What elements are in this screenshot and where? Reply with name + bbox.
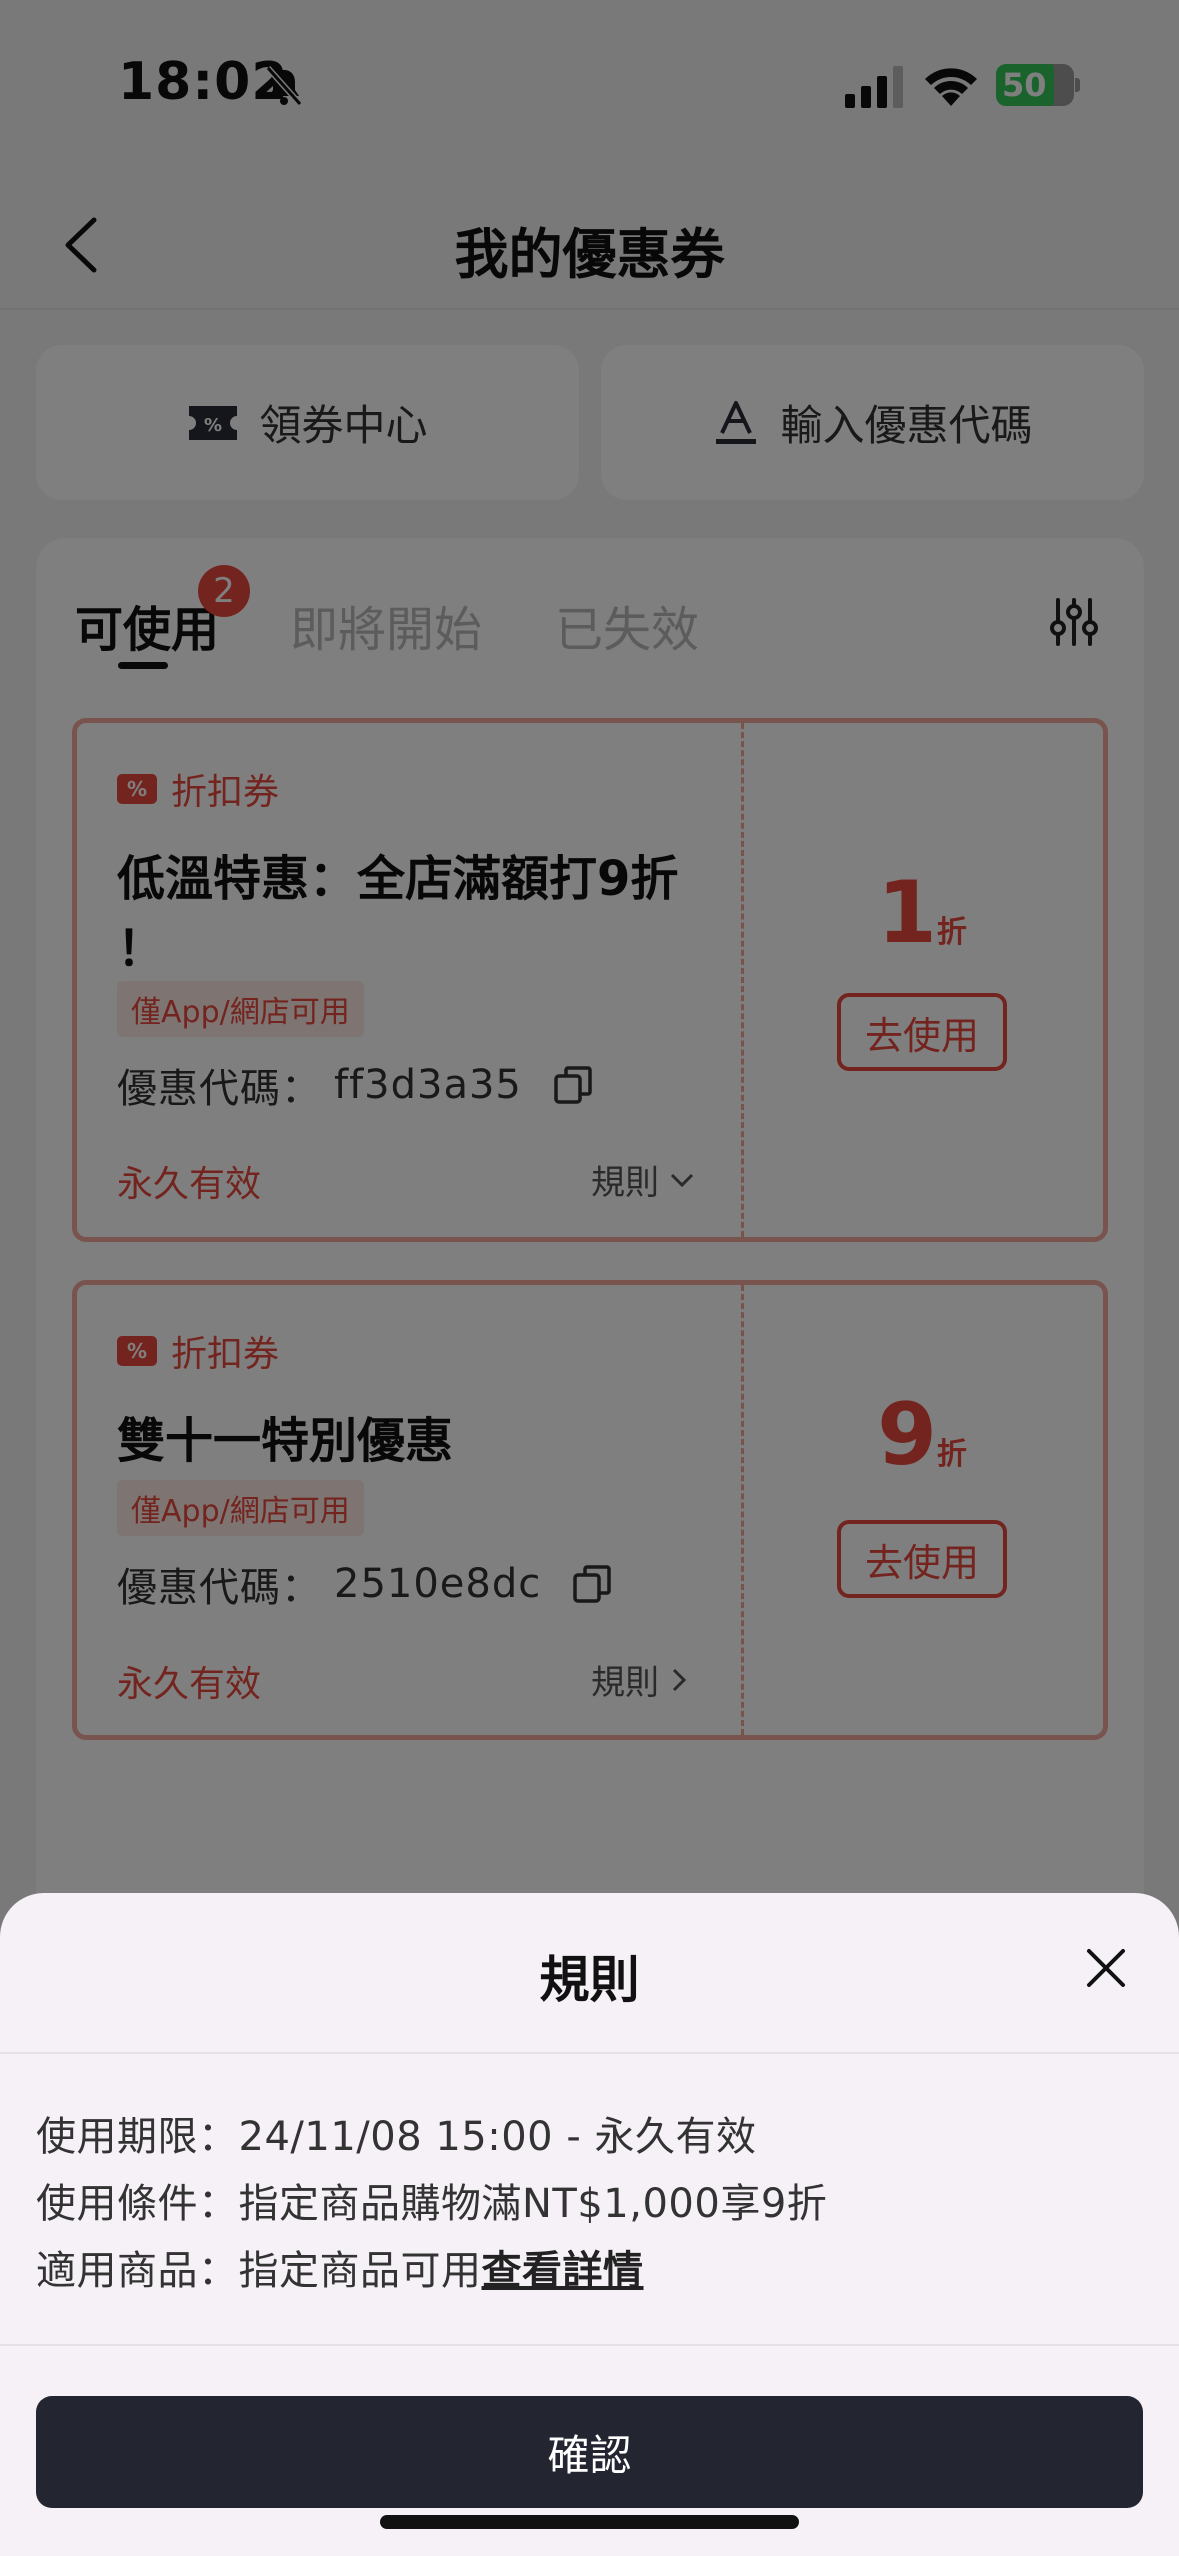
home-indicator [380,2515,799,2529]
view-details-link[interactable]: 查看詳情 [482,2248,644,2294]
sheet-divider [0,2052,1179,2054]
close-icon[interactable] [1083,1945,1129,1991]
rule-products-text: 適用商品：指定商品可用 [36,2248,482,2294]
rule-condition: 使用條件：指定商品購物滿NT$1,000享9折 [36,2181,828,2227]
rule-products: 適用商品：指定商品可用查看詳情 [36,2238,644,2296]
sheet-title: 規則 [539,1951,640,2009]
confirm-button[interactable]: 確認 [36,2396,1143,2508]
sheet-divider [0,2344,1179,2346]
rule-period: 使用期限：24/11/08 15:00 - 永久有效 [36,2114,757,2160]
